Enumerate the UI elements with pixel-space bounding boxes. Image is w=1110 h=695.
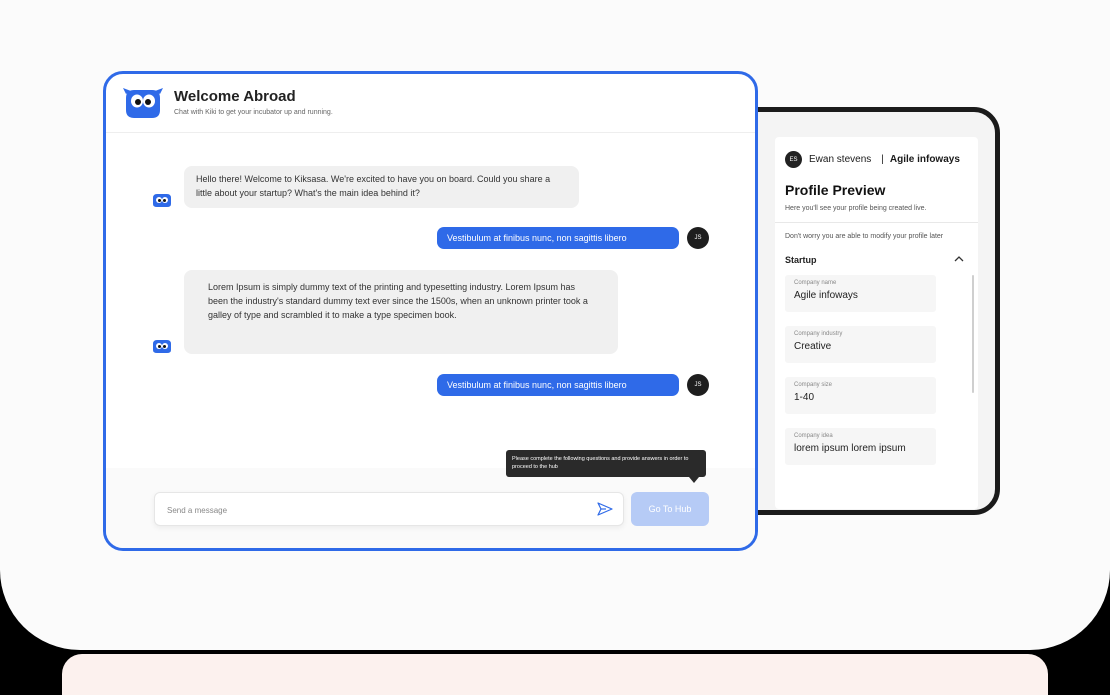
user-avatar: ES — [785, 151, 802, 168]
field-value: lorem ipsum lorem ipsum — [794, 443, 906, 454]
user-message: Vestibulum at finibus nunc, non sagittis… — [437, 374, 679, 396]
user-avatar: JS — [687, 374, 709, 396]
bottom-strip — [62, 654, 1048, 695]
bot-message: Hello there! Welcome to Kiksasa. We're e… — [184, 166, 579, 208]
bot-message: Lorem Ipsum is simply dummy text of the … — [184, 270, 618, 354]
field-company-idea[interactable]: Company idea lorem ipsum lorem ipsum — [785, 428, 936, 465]
separator: | — [881, 154, 884, 165]
chat-title: Welcome Abroad — [174, 88, 296, 105]
profile-fields: Company name Agile infoways Company indu… — [785, 275, 975, 465]
bot-icon — [153, 194, 171, 207]
field-label: Company name — [794, 280, 837, 286]
chevron-up-icon — [954, 254, 964, 265]
field-label: Company idea — [794, 433, 833, 439]
divider — [775, 222, 978, 223]
kiki-logo-icon — [123, 88, 163, 118]
hub-tooltip: Please complete the following questions … — [506, 450, 706, 477]
field-label: Company size — [794, 382, 833, 388]
field-label: Company industry — [794, 331, 843, 337]
field-company-size[interactable]: Company size 1-40 — [785, 377, 936, 414]
section-toggle-startup[interactable]: Startup — [785, 254, 964, 265]
chat-header: Welcome Abroad Chat with Kiki to get you… — [106, 74, 755, 133]
send-icon[interactable] — [597, 502, 613, 516]
field-value: Agile infoways — [794, 290, 858, 301]
go-to-hub-button[interactable]: Go To Hub — [631, 492, 709, 526]
section-label: Startup — [785, 254, 817, 265]
profile-subtitle: Here you'll see your profile being creat… — [785, 205, 927, 212]
field-company-name[interactable]: Company name Agile infoways — [785, 275, 936, 312]
field-value: Creative — [794, 341, 832, 352]
message-input-box[interactable] — [154, 492, 624, 527]
field-company-industry[interactable]: Company industry Creative — [785, 326, 936, 363]
profile-user-row: ES Ewan stevens | Agile infoways — [775, 137, 978, 168]
user-avatar: JS — [687, 227, 709, 249]
profile-title: Profile Preview — [785, 182, 886, 198]
profile-note: Don't worry you are able to modify your … — [785, 233, 944, 240]
user-name: Ewan stevens — [809, 154, 872, 165]
message-input[interactable] — [155, 493, 579, 527]
bot-icon — [153, 340, 171, 353]
field-value: 1-40 — [794, 392, 815, 403]
company-name: Agile infoways — [889, 154, 960, 165]
profile-preview-panel: ES Ewan stevens | Agile infoways Profile… — [775, 137, 978, 509]
user-message: Vestibulum at finibus nunc, non sagittis… — [437, 227, 679, 249]
scrollbar[interactable] — [972, 275, 974, 393]
chat-subtitle: Chat with Kiki to get your incubator up … — [174, 109, 333, 116]
chat-window: Welcome Abroad Chat with Kiki to get you… — [103, 71, 758, 551]
tooltip-tail — [689, 477, 699, 483]
